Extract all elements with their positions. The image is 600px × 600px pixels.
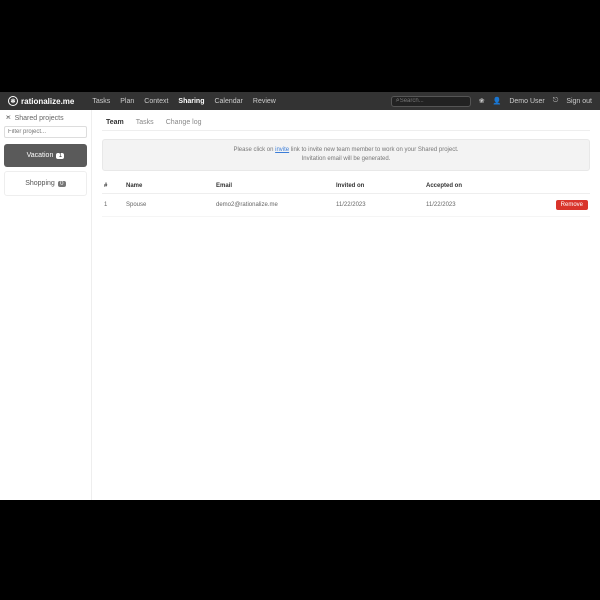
nav-tasks[interactable]: Tasks [92,98,110,105]
table-header-row: # Name Email Invited on Accepted on [102,179,590,194]
main-nav: Tasks Plan Context Sharing Calendar Revi… [92,98,275,105]
th-name: Name [124,179,214,194]
search-box[interactable]: ⌕ [391,96,471,107]
help-icon[interactable]: ❀ [479,97,485,105]
logo-icon: ✻ [8,96,18,106]
sidebar-title: Shared projects [15,115,64,122]
project-badge: 1 [56,153,64,159]
logo[interactable]: ✻ rationalize.me [8,96,74,106]
th-email: Email [214,179,334,194]
sidebar-project-shopping[interactable]: Shopping 0 [4,171,87,196]
nav-plan[interactable]: Plan [120,98,134,105]
tab-team[interactable]: Team [106,119,124,126]
notice-pre: Please click on [233,147,275,153]
user-icon: 👤 [493,97,502,105]
sidebar: ⪤ Shared projects Vacation 1 Shopping 0 [0,110,92,500]
sidebar-header: ⪤ Shared projects [0,110,91,126]
signout-link[interactable]: Sign out [566,98,592,105]
th-actions [514,179,590,194]
brand-name: rationalize.me [21,97,74,106]
notice-line2: Invitation email will be generated. [302,156,391,162]
sidebar-project-vacation[interactable]: Vacation 1 [4,144,87,167]
cell-number: 1 [102,194,124,217]
main-panel: Team Tasks Change log Please click on in… [92,110,600,500]
filter-input[interactable] [4,126,87,138]
project-label: Shopping [25,180,55,187]
team-table: # Name Email Invited on Accepted on 1 Sp… [102,179,590,217]
th-invited: Invited on [334,179,424,194]
invite-notice: Please click on invite link to invite ne… [102,139,590,171]
share-icon: ⪤ [6,114,11,122]
cell-accepted: 11/22/2023 [424,194,514,217]
cell-invited: 11/22/2023 [334,194,424,217]
signout-icon: ⎋ [553,97,559,105]
invite-link[interactable]: invite [275,147,289,153]
project-label: Vacation [27,152,54,159]
project-filter [4,126,87,138]
th-number: # [102,179,124,194]
remove-button[interactable]: Remove [556,200,588,210]
th-accepted: Accepted on [424,179,514,194]
search-input[interactable] [400,98,460,104]
tab-changelog[interactable]: Change log [166,119,202,126]
nav-context[interactable]: Context [144,98,168,105]
notice-post: link to invite new team member to work o… [289,147,458,153]
tab-tasks[interactable]: Tasks [136,119,154,126]
nav-review[interactable]: Review [253,98,276,105]
nav-sharing[interactable]: Sharing [178,98,204,105]
user-name[interactable]: Demo User [509,98,544,105]
cell-email: demo2@rationalize.me [214,194,334,217]
table-row: 1 Spouse demo2@rationalize.me 11/22/2023… [102,194,590,217]
topbar: ✻ rationalize.me Tasks Plan Context Shar… [0,92,600,110]
tabs: Team Tasks Change log [102,116,590,131]
nav-calendar[interactable]: Calendar [214,98,242,105]
cell-name: Spouse [124,194,214,217]
project-badge: 0 [58,181,66,187]
